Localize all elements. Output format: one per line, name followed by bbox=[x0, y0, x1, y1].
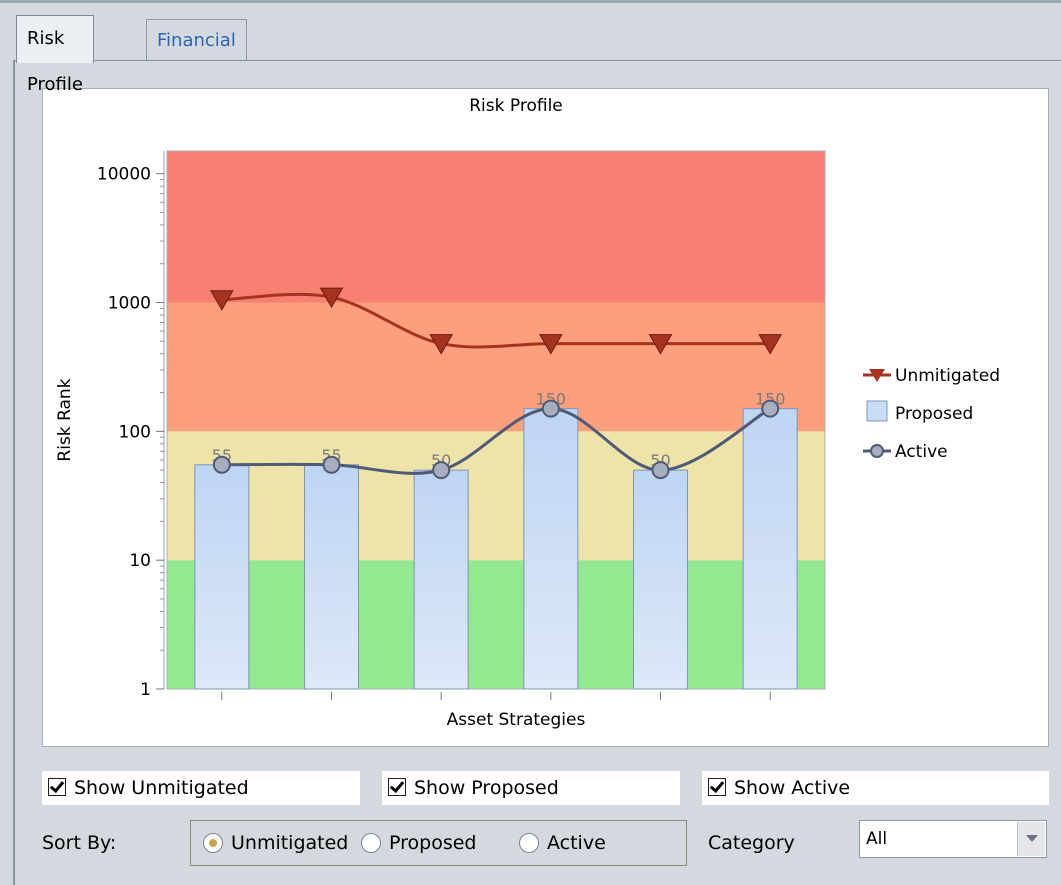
risk-band-1 bbox=[167, 431, 825, 561]
proposed-bar bbox=[523, 408, 579, 690]
sort-by-label: Sort By: bbox=[42, 832, 117, 854]
sort-unmitigated-radio[interactable] bbox=[203, 833, 223, 853]
sort-unmitigated-label[interactable]: Unmitigated bbox=[231, 832, 348, 854]
legend-active-marker bbox=[870, 444, 884, 458]
legend-active-label: Active bbox=[895, 442, 948, 462]
legend-unmitigated-label: Unmitigated bbox=[895, 366, 1000, 386]
sort-proposed-label[interactable]: Proposed bbox=[389, 832, 476, 854]
checkbox-checked-icon bbox=[48, 778, 66, 796]
active-marker bbox=[432, 461, 451, 480]
show-proposed-label: Show Proposed bbox=[414, 777, 559, 799]
proposed-bar bbox=[742, 408, 798, 690]
y-tick-label: 10 bbox=[129, 551, 151, 571]
checkbox-checked-icon bbox=[708, 778, 726, 796]
proposed-bar bbox=[633, 469, 688, 690]
category-select-value: All bbox=[866, 829, 888, 849]
checkbox-checked-icon bbox=[388, 778, 406, 796]
show-active-label: Show Active bbox=[734, 777, 851, 799]
x-axis-label: Asset Strategies bbox=[447, 710, 586, 730]
category-label: Category bbox=[708, 832, 795, 854]
active-marker bbox=[212, 455, 231, 474]
sort-active-radio[interactable] bbox=[519, 833, 539, 853]
y-tick-label: 10000 bbox=[97, 165, 151, 185]
active-marker bbox=[541, 399, 560, 418]
risk-band-3 bbox=[167, 151, 825, 303]
sort-proposed-radio[interactable] bbox=[361, 833, 381, 853]
show-unmitigated-checkbox[interactable]: Show Unmitigated bbox=[42, 771, 360, 805]
proposed-bar bbox=[304, 464, 359, 690]
risk-window: Risk Profile Financial Risk Risk Profile… bbox=[0, 0, 1061, 885]
legend-proposed-label: Proposed bbox=[895, 404, 973, 424]
legend-proposed-swatch bbox=[866, 400, 888, 422]
y-tick-label: 1 bbox=[140, 680, 151, 700]
active-marker bbox=[761, 399, 780, 418]
sort-by-radio-group: Unmitigated Proposed Active bbox=[190, 820, 687, 866]
y-tick-label: 1000 bbox=[108, 294, 151, 314]
risk-profile-chart: Risk Profile Asset Strategies Risk Rank 1 10… bbox=[55, 96, 1000, 730]
y-axis-label: Risk Rank bbox=[55, 378, 75, 461]
tab-risk-profile[interactable]: Risk Profile bbox=[16, 15, 94, 95]
proposed-bar bbox=[413, 469, 469, 690]
proposed-bar bbox=[194, 464, 250, 690]
sort-active-label[interactable]: Active bbox=[547, 832, 606, 854]
category-select[interactable]: All bbox=[859, 820, 1047, 858]
chart-title: Risk Profile bbox=[469, 96, 563, 116]
risk-band-2 bbox=[167, 302, 825, 432]
active-marker bbox=[651, 461, 670, 480]
chevron-down-icon[interactable] bbox=[1017, 822, 1045, 856]
chart-container: Risk Profile Asset Strategies Risk Rank 1 10… bbox=[42, 88, 1049, 747]
risk-band-0 bbox=[167, 560, 825, 689]
show-active-checkbox[interactable]: Show Active bbox=[702, 771, 1049, 805]
show-proposed-checkbox[interactable]: Show Proposed bbox=[382, 771, 680, 805]
show-unmitigated-label: Show Unmitigated bbox=[74, 777, 249, 799]
active-marker bbox=[322, 455, 341, 474]
y-tick-label: 100 bbox=[119, 422, 151, 442]
tab-financial-risk[interactable]: Financial Risk bbox=[146, 19, 247, 92]
